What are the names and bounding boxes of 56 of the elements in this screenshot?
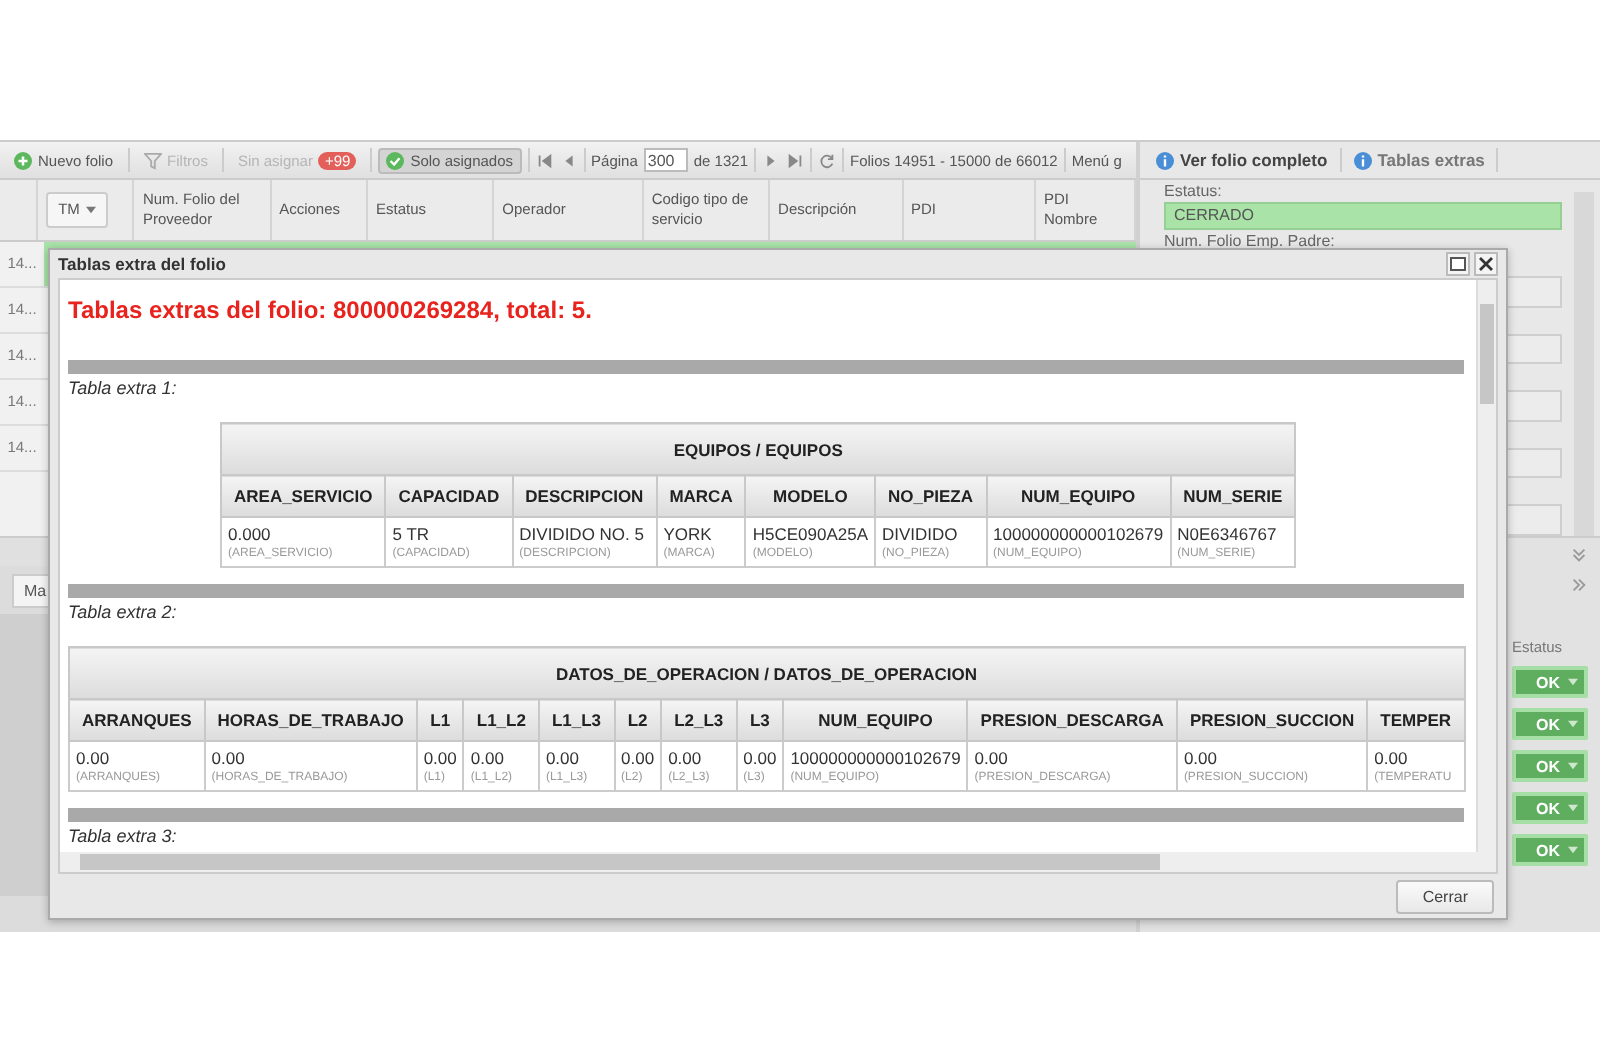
column-header: DESCRIPCION	[512, 475, 657, 517]
close-button[interactable]: Cerrar	[1396, 879, 1494, 913]
add-icon	[14, 151, 32, 169]
table-caption: Tabla extra 2:	[68, 602, 179, 622]
maximize-icon[interactable]	[1446, 252, 1470, 276]
scrollbar[interactable]	[58, 852, 1498, 874]
caret-icon	[1568, 762, 1578, 770]
column-header: HORAS_DE_TRABAJO	[204, 699, 417, 741]
panel-tab[interactable]: Ver folio completo	[1152, 148, 1342, 172]
column-header: NUM_EQUIPO	[986, 475, 1171, 517]
caret-icon	[1568, 720, 1578, 728]
caret-icon	[1568, 804, 1578, 812]
refresh-icon[interactable]	[818, 151, 836, 169]
column-header: PRESION_SUCCION	[1176, 699, 1368, 741]
table-caption: Tabla extra 3:	[68, 826, 179, 846]
caret-icon	[85, 206, 96, 214]
column-header: ARRANQUES	[69, 699, 205, 741]
table-title: DATOS_DE_OPERACION / DATOS_DE_OPERACION	[69, 647, 1465, 699]
table-title: EQUIPOS / EQUIPOS	[221, 423, 1296, 475]
column-header: MODELO	[745, 475, 875, 517]
column-header: NUM_SERIE	[1170, 475, 1296, 517]
panel-tab[interactable]: Tablas extras	[1349, 148, 1499, 172]
column-header: L2	[614, 699, 662, 741]
column-header: AREA_SERVICIO	[221, 475, 386, 517]
dialog-heading: Tablas extras del folio: 800000269284, total: 5.	[68, 296, 594, 324]
column-header: PRESION_DESCARGA	[967, 699, 1177, 741]
first-page-icon[interactable]	[535, 151, 554, 169]
column-header: L1_L3	[538, 699, 615, 741]
status-field[interactable]: CERRADO	[1164, 202, 1562, 230]
filter-icon	[143, 151, 162, 169]
scrollbar[interactable]	[1574, 192, 1594, 536]
dialog-title: Tablas extra del folio	[58, 254, 228, 274]
caret-icon	[1568, 678, 1578, 686]
field-label: Estatus:	[1164, 182, 1224, 200]
column-header: L1	[416, 699, 464, 741]
column-header: L3	[736, 699, 784, 741]
info-icon	[1353, 151, 1372, 169]
column-header: NO_PIEZA	[875, 475, 987, 517]
column-header: L2_L3	[661, 699, 737, 741]
close-icon[interactable]	[1474, 252, 1498, 276]
column-header: CAPACIDAD	[385, 475, 513, 517]
table-caption: Tabla extra 1:	[68, 378, 179, 398]
next-page-icon[interactable]	[762, 151, 780, 169]
last-page-icon[interactable]	[786, 151, 804, 169]
check-icon	[386, 151, 405, 169]
column-header: L1_L2	[463, 699, 539, 741]
info-icon	[1156, 151, 1174, 169]
expand-icon[interactable]	[1570, 576, 1588, 594]
caret-icon	[1568, 846, 1578, 854]
column-header: NUM_EQUIPO	[783, 699, 968, 741]
column-header: MARCA	[656, 475, 746, 517]
field-label: Num. Folio Emp. Padre:	[1164, 231, 1337, 250]
collapse-icon[interactable]	[1570, 546, 1588, 564]
scrollbar[interactable]	[1476, 280, 1496, 852]
column-header: TEMPER	[1367, 699, 1465, 741]
page-field[interactable]: 300	[643, 148, 688, 172]
